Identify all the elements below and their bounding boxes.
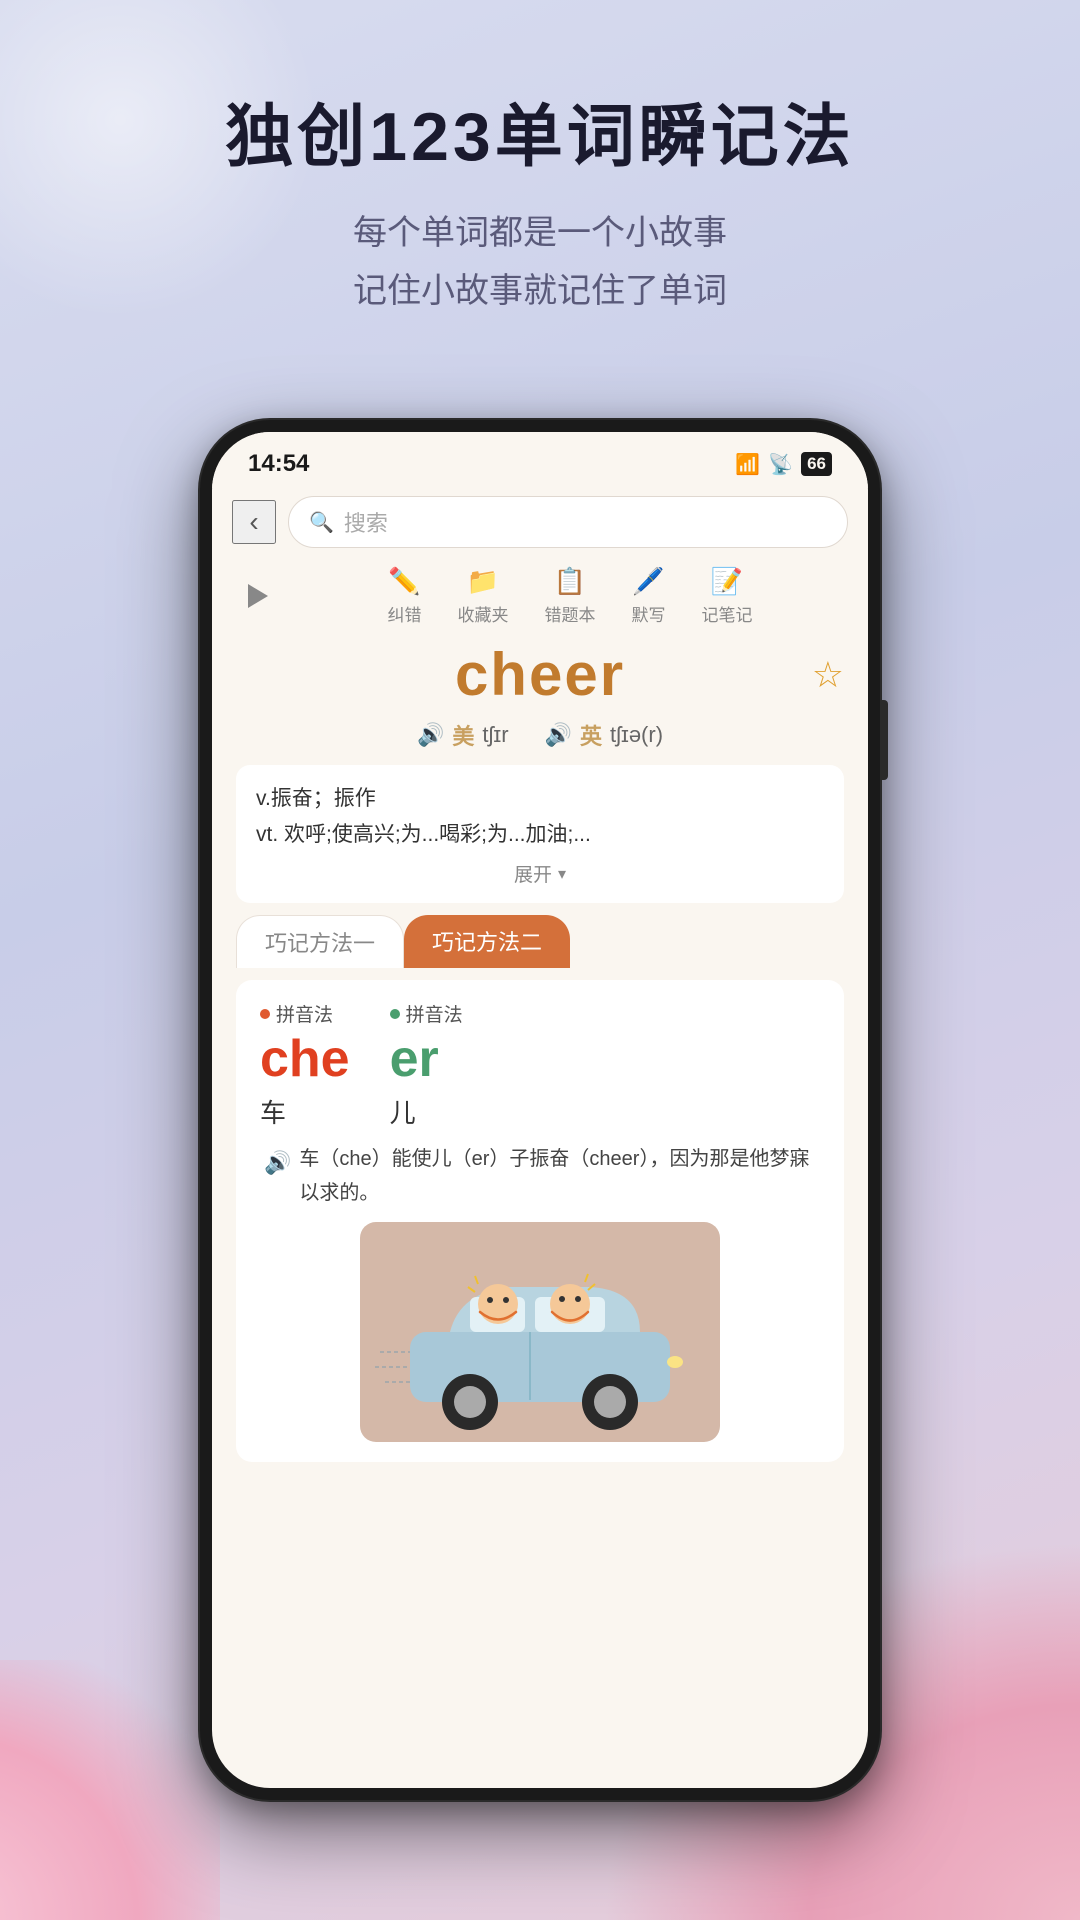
pron-uk-phonetic: tʃɪə(r) — [610, 722, 663, 748]
wrong-book-icon: 📋 — [554, 566, 586, 597]
back-button[interactable]: ‹ — [232, 500, 276, 544]
subtitle-line1: 每个单词都是一个小故事 — [0, 205, 1080, 263]
play-icon — [248, 584, 268, 608]
dictation-icon: 🖊️ — [632, 566, 664, 597]
pron-us-phonetic: tʃɪr — [482, 722, 508, 748]
pron-us-lang: 美 — [452, 719, 474, 751]
phone-screen: 14:54 📶 📡 66 ‹ 🔍 搜索 — [212, 432, 868, 1788]
pron-us[interactable]: 🔊 美 tʃɪr — [417, 719, 509, 751]
signal-icon: 📶 — [735, 452, 760, 477]
status-icons: 📶 📡 66 — [735, 452, 832, 477]
favorites-icon: 📁 — [467, 566, 499, 597]
search-icon: 🔍 — [309, 510, 334, 535]
battery-icon: 66 — [801, 452, 832, 476]
mnemonic-card: 拼音法 che 车 拼音法 er 儿 — [236, 980, 844, 1461]
pinyin-che-label: 拼音法 — [276, 1000, 333, 1027]
def-line2: vt. 欢呼;使高兴;为...喝彩;为...加油;... — [256, 817, 824, 853]
word-text: cheer — [455, 640, 625, 709]
toolbar-notes[interactable]: 📝 记笔记 — [702, 566, 753, 626]
story-text: 🔊 车（che）能使儿（er）子振奋（cheer），因为那是他梦寐以求的。 — [260, 1142, 820, 1210]
search-bar[interactable]: 🔍 搜索 — [288, 496, 848, 548]
phone-mockup: 14:54 📶 📡 66 ‹ 🔍 搜索 — [200, 420, 880, 1800]
story-content: 车（che）能使儿（er）子振奋（cheer），因为那是他梦寐以求的。 — [299, 1142, 816, 1210]
top-nav: ‹ 🔍 搜索 — [212, 488, 868, 556]
toolbar: ✏️ 纠错 📁 收藏夹 📋 错题本 🖊️ — [236, 556, 844, 632]
expand-label: 展开 — [514, 860, 552, 887]
car-svg — [370, 1232, 710, 1432]
pinyin-er: 拼音法 er 儿 — [390, 1000, 463, 1129]
expand-arrow-icon: ▾ — [558, 864, 566, 884]
definition-text: v.振奋；振作 vt. 欢呼;使高兴;为...喝彩;为...加油;... — [256, 781, 824, 852]
star-button[interactable]: ☆ — [812, 654, 844, 696]
definition-box: v.振奋；振作 vt. 欢呼;使高兴;为...喝彩;为...加油;... 展开 … — [236, 765, 844, 903]
pinyin-che-dot — [260, 1009, 270, 1019]
search-placeholder: 搜索 — [344, 506, 388, 538]
pinyin-er-meaning: 儿 — [390, 1093, 463, 1130]
correct-icon: ✏️ — [388, 566, 420, 597]
status-time: 14:54 — [248, 450, 309, 478]
subtitle-line2: 记住小故事就记住了单词 — [0, 263, 1080, 321]
subtitle: 每个单词都是一个小故事 记住小故事就记住了单词 — [0, 205, 1080, 321]
pinyin-er-dot — [390, 1009, 400, 1019]
word-content: ✏️ 纠错 📁 收藏夹 📋 错题本 🖊️ — [212, 556, 868, 1462]
def-line1: v.振奋；振作 — [256, 781, 824, 817]
pinyin-che-badge: 拼音法 — [260, 1000, 350, 1027]
story-speaker-icon: 🔊 — [264, 1144, 291, 1181]
pinyin-che-part: che — [260, 1031, 350, 1088]
pinyin-er-label: 拼音法 — [406, 1000, 463, 1027]
toolbar-wrong-book[interactable]: 📋 错题本 — [545, 566, 596, 626]
bg-petal-left — [0, 1660, 220, 1920]
pinyin-er-badge: 拼音法 — [390, 1000, 463, 1027]
method-tabs: 巧记方法一 巧记方法二 — [236, 915, 844, 968]
toolbar-favorites[interactable]: 📁 收藏夹 — [458, 566, 509, 626]
car-illustration — [360, 1222, 720, 1442]
main-title: 独创123单词瞬记法 — [0, 100, 1080, 175]
expand-button[interactable]: 展开 ▾ — [256, 860, 824, 887]
play-button[interactable] — [236, 574, 280, 618]
wifi-icon: 📡 — [768, 452, 793, 477]
toolbar-correct[interactable]: ✏️ 纠错 — [388, 566, 422, 626]
pinyin-che-meaning: 车 — [260, 1093, 350, 1130]
pron-uk-lang: 英 — [580, 719, 602, 751]
tab-method-1[interactable]: 巧记方法一 — [236, 915, 404, 968]
pron-us-speaker: 🔊 — [417, 722, 444, 748]
toolbar-dictation[interactable]: 🖊️ 默写 — [632, 566, 666, 626]
pron-uk-speaker: 🔊 — [545, 722, 572, 748]
pinyin-row: 拼音法 che 车 拼音法 er 儿 — [260, 1000, 820, 1129]
notes-icon: 📝 — [711, 566, 743, 597]
pinyin-che: 拼音法 che 车 — [260, 1000, 350, 1129]
pronunciation: 🔊 美 tʃɪr 🔊 英 tʃɪə(r) — [236, 719, 844, 751]
phone-outer: 14:54 📶 📡 66 ‹ 🔍 搜索 — [200, 420, 880, 1800]
header-area: 独创123单词瞬记法 每个单词都是一个小故事 记住小故事就记住了单词 — [0, 100, 1080, 320]
tab-method-2[interactable]: 巧记方法二 — [404, 915, 570, 968]
pinyin-er-part: er — [390, 1031, 463, 1088]
status-bar: 14:54 📶 📡 66 — [212, 432, 868, 488]
toolbar-actions: ✏️ 纠错 📁 收藏夹 📋 错题本 🖊️ — [296, 566, 844, 626]
pron-uk[interactable]: 🔊 英 tʃɪə(r) — [545, 719, 663, 751]
word-header: cheer ☆ — [236, 640, 844, 709]
